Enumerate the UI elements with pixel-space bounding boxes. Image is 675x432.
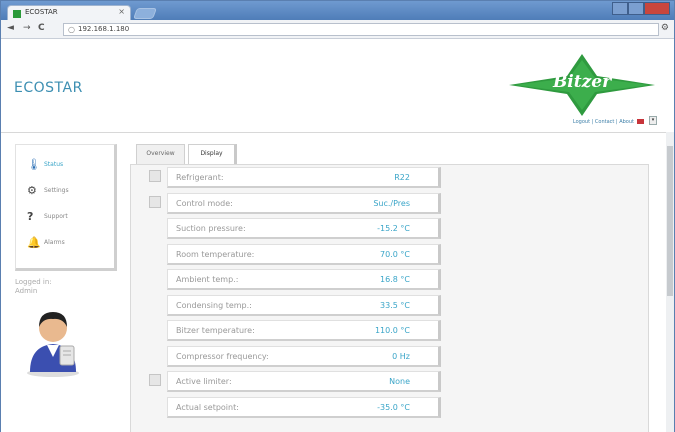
- row-label: Compressor frequency:: [176, 351, 269, 361]
- tab-display[interactable]: Display: [188, 144, 237, 164]
- main-content: Overview Display Refrigerant: R22 Control …: [122, 144, 649, 432]
- page-scrollbar[interactable]: [666, 132, 674, 432]
- row-value: -15.2 °C: [377, 224, 410, 233]
- sidebar-item-label: Status: [44, 161, 64, 168]
- sidebar-menu: 🌡 Status ⚙ Settings ? Support 🔔 Alarms: [15, 144, 117, 271]
- window-controls: [612, 2, 670, 15]
- row-value: 0 Hz: [392, 351, 410, 361]
- sidebar-item-status[interactable]: 🌡 Status: [24, 157, 112, 175]
- row-edit-button[interactable]: [149, 195, 161, 208]
- row-label: Room temperature:: [176, 249, 255, 259]
- sidebar-item-label: Settings: [44, 187, 69, 194]
- row-value: 16.8 °C: [380, 275, 410, 284]
- url-text: 192.168.1.180: [78, 25, 130, 33]
- value-field: Active limiter: None: [167, 371, 441, 392]
- logged-in-info: Logged in: Admin: [15, 278, 52, 296]
- bell-icon: 🔔: [27, 236, 41, 249]
- forward-button[interactable]: →: [23, 23, 31, 33]
- value-row: Suction pressure: -15.2 °C: [149, 218, 441, 239]
- row-label: Control mode:: [176, 198, 233, 208]
- value-row: Bitzer temperature: 110.0 °C: [149, 320, 441, 341]
- browser-toolbar: ◄ → C ○ 192.168.1.180 ⚙: [1, 20, 674, 39]
- gear-icon: ⚙: [27, 184, 37, 197]
- row-label: Bitzer temperature:: [176, 326, 255, 335]
- row-value: Suc./Pres: [373, 198, 410, 208]
- scrollbar-thumb[interactable]: [667, 146, 673, 296]
- bitzer-logo: Bitzer: [509, 52, 655, 118]
- content-tabs: Overview Display: [130, 144, 649, 164]
- value-row: Condensing temp.: 33.5 °C: [149, 294, 441, 316]
- value-field: Condensing temp.: 33.5 °C: [167, 294, 441, 316]
- value-field: Compressor frequency: 0 Hz: [167, 345, 441, 367]
- row-value: 33.5 °C: [380, 300, 410, 310]
- value-row: Ambient temp.: 16.8 °C: [149, 269, 441, 290]
- tab-overview[interactable]: Overview: [136, 144, 185, 164]
- language-flag-icon[interactable]: [637, 119, 644, 124]
- row-label: Ambient temp.:: [176, 275, 239, 284]
- value-field: Actual setpoint: -35.0 °C: [167, 396, 441, 418]
- row-value: R22: [394, 173, 410, 182]
- value-row: Control mode: Suc./Pres: [149, 192, 441, 214]
- question-icon: ?: [27, 210, 34, 223]
- row-edit-button[interactable]: [149, 374, 161, 386]
- value-row: Compressor frequency: 0 Hz: [149, 345, 441, 367]
- address-bar[interactable]: ○ 192.168.1.180: [63, 23, 659, 36]
- new-tab-button[interactable]: [132, 8, 158, 19]
- row-label: Suction pressure:: [176, 224, 246, 233]
- header-links[interactable]: Logout | Contact | About: [573, 119, 644, 125]
- sidebar-item-label: Alarms: [44, 239, 65, 246]
- tab-title: ECOSTAR: [25, 8, 58, 16]
- close-window-button[interactable]: [644, 2, 670, 15]
- browser-tab[interactable]: ECOSTAR ×: [7, 5, 131, 21]
- value-field: Suction pressure: -15.2 °C: [167, 218, 441, 239]
- sidebar-item-label: Support: [44, 213, 68, 220]
- logo-text: Bitzer: [552, 72, 612, 92]
- sidebar-item-support[interactable]: ? Support: [24, 209, 112, 227]
- row-label: Active limiter:: [176, 377, 232, 386]
- header-divider: [1, 132, 666, 133]
- row-label: Condensing temp.:: [176, 300, 252, 310]
- minimize-button[interactable]: [612, 2, 628, 15]
- tab-favicon-icon: [13, 10, 21, 18]
- reload-button[interactable]: C: [38, 23, 45, 33]
- sidebar-item-settings[interactable]: ⚙ Settings: [24, 183, 112, 201]
- value-field: Ambient temp.: 16.8 °C: [167, 269, 441, 290]
- value-row: Room temperature: 70.0 °C: [149, 243, 441, 265]
- value-row: Refrigerant: R22: [149, 167, 441, 188]
- language-dropdown-icon[interactable]: ▾: [649, 116, 657, 125]
- row-label: Refrigerant:: [176, 173, 224, 182]
- thermometer-icon: 🌡: [27, 158, 41, 171]
- page: ECOSTAR Bitzer Logout | Contact | About …: [1, 40, 674, 432]
- value-row: Actual setpoint: -35.0 °C: [149, 396, 441, 418]
- row-value: None: [389, 377, 410, 386]
- row-edit-button[interactable]: [149, 170, 161, 182]
- logged-in-label: Logged in:: [15, 278, 52, 286]
- sidebar-item-alarms[interactable]: 🔔 Alarms: [24, 235, 112, 253]
- row-value: 110.0 °C: [374, 326, 410, 335]
- display-panel: Refrigerant: R22 Control mode: Suc./Pres Suc…: [130, 164, 649, 432]
- value-field: Room temperature: 70.0 °C: [167, 243, 441, 265]
- row-value: 70.0 °C: [380, 249, 410, 259]
- user-avatar: [20, 302, 86, 377]
- value-field: Control mode: Suc./Pres: [167, 192, 441, 214]
- maximize-button[interactable]: [628, 2, 644, 15]
- row-value: -35.0 °C: [377, 402, 410, 412]
- back-button[interactable]: ◄: [7, 23, 14, 33]
- header-links-text[interactable]: Logout | Contact | About: [573, 119, 634, 125]
- logged-in-user: Admin: [15, 287, 38, 295]
- row-label: Actual setpoint:: [176, 402, 239, 412]
- brand-title: ECOSTAR: [14, 80, 83, 96]
- page-header: ECOSTAR Bitzer Logout | Contact | About …: [1, 40, 666, 132]
- value-field: Refrigerant: R22: [167, 167, 441, 188]
- value-row: Active limiter: None: [149, 371, 441, 392]
- browser-window: ECOSTAR × ◄ → C ○ 192.168.1.180 ⚙ ECOSTA…: [0, 0, 675, 432]
- wrench-menu-icon[interactable]: ⚙: [661, 23, 669, 33]
- browser-titlebar: ECOSTAR ×: [1, 1, 674, 21]
- page-info-icon: ○: [68, 25, 75, 34]
- tab-close-icon[interactable]: ×: [118, 7, 125, 16]
- value-field: Bitzer temperature: 110.0 °C: [167, 320, 441, 341]
